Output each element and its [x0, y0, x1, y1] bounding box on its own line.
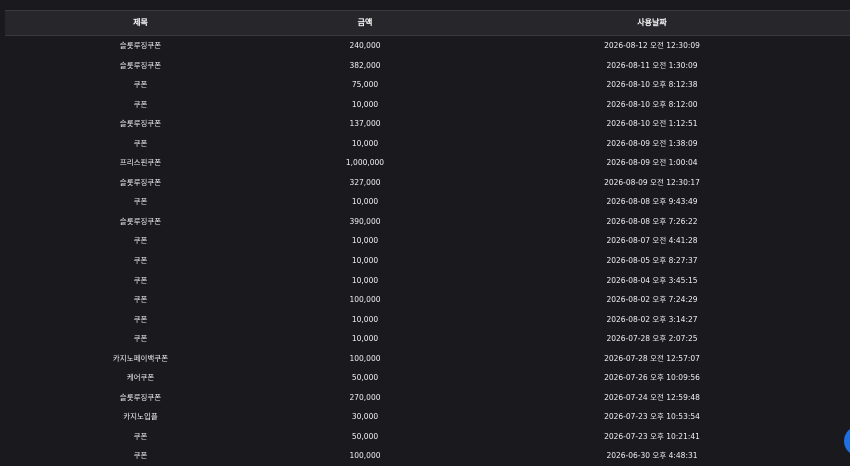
cell-amount: 137,000: [349, 119, 381, 129]
cell-date: 2026-08-09 오전 1:38:09: [606, 138, 698, 148]
cell-title: 쿠폰: [133, 451, 148, 461]
table-row: 쿠폰 50,000 2026-07-23 오후 10:21:41: [5, 427, 850, 447]
cell-amount: 100,000: [349, 451, 381, 461]
cell-date: 2026-07-23 오후 10:53:54: [604, 412, 700, 422]
column-header-amount: 금액: [357, 18, 373, 27]
cell-date: 2026-08-09 오전 12:30:17: [604, 177, 700, 187]
cell-amount: 10,000: [351, 99, 379, 109]
table-row: 쿠폰 10,000 2026-08-05 오후 8:27:37: [5, 251, 850, 271]
cell-date: 2026-07-26 오후 10:09:56: [604, 373, 700, 383]
cell-date: 2026-08-10 오후 8:12:38: [606, 80, 698, 90]
cell-date: 2026-08-05 오후 8:27:37: [606, 255, 698, 265]
table-row: 쿠폰 10,000 2026-07-28 오후 2:07:25: [5, 329, 850, 349]
cell-amount: 1,000,000: [345, 158, 385, 168]
table-row: 프리스핀쿠폰 1,000,000 2026-08-09 오전 1:00:04: [5, 153, 850, 173]
cell-amount: 30,000: [351, 412, 379, 422]
table-row: 카지노페이백쿠폰 100,000 2026-07-28 오전 12:57:07: [5, 349, 850, 369]
cell-title: 카지노입플: [123, 412, 158, 422]
table-row: 쿠폰 10,000 2026-08-09 오전 1:38:09: [5, 134, 850, 154]
cell-title: 쿠폰: [133, 138, 148, 148]
cell-date: 2026-08-04 오후 3:45:15: [606, 275, 698, 285]
table-row: 쿠폰 100,000 2026-08-02 오후 7:24:29: [5, 290, 850, 310]
cell-date: 2026-07-28 오후 2:07:25: [606, 334, 698, 344]
table-row: 쿠폰 75,000 2026-08-10 오후 8:12:38: [5, 75, 850, 95]
table-header-row: 제목 금액 사용날짜: [5, 10, 850, 36]
table-row: 케어쿠폰 50,000 2026-07-26 오후 10:09:56: [5, 368, 850, 388]
cell-title: 케어쿠폰: [126, 373, 155, 383]
cell-title: 쿠폰: [133, 236, 148, 246]
cell-amount: 270,000: [349, 392, 381, 402]
cell-amount: 10,000: [351, 314, 379, 324]
cell-title: 쿠폰: [133, 295, 148, 305]
cell-title: 슬롯루징쿠폰: [119, 119, 162, 129]
cell-amount: 327,000: [349, 177, 381, 187]
table-header: 제목 금액 사용날짜: [5, 10, 850, 36]
coupon-history-panel: 제목 금액 사용날짜 슬롯루징쿠폰 240,000 2026-08-12 오전 12…: [5, 10, 850, 466]
cell-amount: 75,000: [351, 80, 379, 90]
column-header-date: 사용날짜: [637, 18, 667, 27]
cell-title: 슬롯루징쿠폰: [119, 216, 162, 226]
table-row: 슬롯루징쿠폰 240,000 2026-08-12 오전 12:30:09: [5, 36, 850, 56]
cell-title: 쿠폰: [133, 431, 148, 441]
table-row: 쿠폰 10,000 2026-08-10 오후 8:12:00: [5, 95, 850, 115]
cell-amount: 382,000: [349, 60, 381, 70]
cell-date: 2026-08-08 오후 7:26:22: [606, 216, 698, 226]
table-row: 슬롯루징쿠폰 270,000 2026-07-24 오전 12:59:48: [5, 388, 850, 408]
cell-amount: 100,000: [349, 295, 381, 305]
cell-title: 슬롯루징쿠폰: [119, 177, 162, 187]
cell-date: 2026-08-10 오전 1:12:51: [606, 119, 698, 129]
cell-amount: 100,000: [349, 353, 381, 363]
table-row: 쿠폰 10,000 2026-08-02 오후 3:14:27: [5, 310, 850, 330]
cell-title: 슬롯루징쿠폰: [119, 60, 162, 70]
table-body: 슬롯루징쿠폰 240,000 2026-08-12 오전 12:30:09 슬롯루징쿠…: [5, 36, 850, 466]
table-row: 쿠폰 10,000 2026-08-04 오후 3:45:15: [5, 271, 850, 291]
cell-title: 쿠폰: [133, 314, 148, 324]
cell-date: 2026-08-12 오전 12:30:09: [604, 41, 700, 50]
cell-amount: 50,000: [351, 373, 379, 383]
cell-date: 2026-07-24 오전 12:59:48: [604, 392, 700, 402]
table-row: 쿠폰 10,000 2026-08-08 오후 9:43:49: [5, 192, 850, 212]
cell-date: 2026-08-07 오전 4:41:28: [606, 236, 698, 246]
table-row: 슬롯루징쿠폰 327,000 2026-08-09 오전 12:30:17: [5, 173, 850, 193]
cell-title: 쿠폰: [133, 334, 148, 344]
cell-date: 2026-06-30 오후 4:48:31: [606, 451, 698, 461]
cell-title: 쿠폰: [133, 80, 148, 90]
cell-title: 카지노페이백쿠폰: [112, 353, 169, 363]
table-row: 카지노입플 30,000 2026-07-23 오후 10:53:54: [5, 407, 850, 427]
table-row: 슬롯루징쿠폰 382,000 2026-08-11 오전 1:30:09: [5, 56, 850, 76]
cell-amount: 390,000: [349, 216, 381, 226]
cell-date: 2026-08-02 오후 7:24:29: [606, 295, 698, 305]
table-row: 슬롯루징쿠폰 137,000 2026-08-10 오전 1:12:51: [5, 114, 850, 134]
cell-title: 프리스핀쿠폰: [119, 158, 162, 168]
cell-amount: 10,000: [351, 138, 379, 148]
cell-amount: 10,000: [351, 255, 379, 265]
coupon-history-table: 제목 금액 사용날짜 슬롯루징쿠폰 240,000 2026-08-12 오전 12…: [5, 10, 850, 466]
cell-title: 쿠폰: [133, 99, 148, 109]
cell-title: 슬롯루징쿠폰: [119, 41, 162, 50]
cell-title: 슬롯루징쿠폰: [119, 392, 162, 402]
cell-amount: 10,000: [351, 236, 379, 246]
cell-date: 2026-08-10 오후 8:12:00: [606, 99, 698, 109]
cell-amount: 10,000: [351, 275, 379, 285]
cell-title: 쿠폰: [133, 275, 148, 285]
cell-date: 2026-08-11 오전 1:30:09: [606, 60, 698, 70]
cell-date: 2026-07-28 오전 12:57:07: [604, 353, 700, 363]
cell-date: 2026-07-23 오후 10:21:41: [604, 431, 700, 441]
cell-amount: 240,000: [349, 41, 381, 50]
cell-amount: 10,000: [351, 197, 379, 207]
cell-date: 2026-08-02 오후 3:14:27: [606, 314, 698, 324]
cell-amount: 10,000: [351, 334, 379, 344]
cell-title: 쿠폰: [133, 255, 148, 265]
table-row: 쿠폰 100,000 2026-06-30 오후 4:48:31: [5, 446, 850, 466]
cell-title: 쿠폰: [133, 197, 148, 207]
cell-amount: 50,000: [351, 431, 379, 441]
cell-date: 2026-08-09 오전 1:00:04: [606, 158, 698, 168]
table-row: 슬롯루징쿠폰 390,000 2026-08-08 오후 7:26:22: [5, 212, 850, 232]
table-row: 쿠폰 10,000 2026-08-07 오전 4:41:28: [5, 231, 850, 251]
column-header-title: 제목: [133, 18, 148, 27]
cell-date: 2026-08-08 오후 9:43:49: [606, 197, 698, 207]
